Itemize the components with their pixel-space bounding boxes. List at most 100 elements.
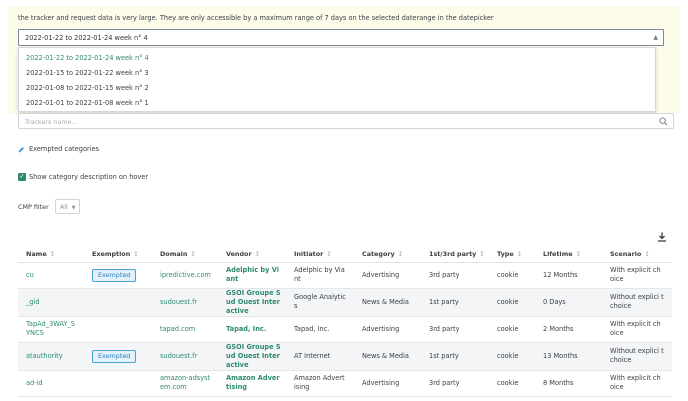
domain-cell[interactable]: sudouest.fr — [152, 342, 218, 371]
initiator-cell: Adelphic by Via nt — [286, 262, 354, 289]
vendor-cell[interactable]: Tapad, Inc. — [218, 316, 286, 343]
vendor-cell[interactable]: GSOI Groupe S ud Ouest Inter active — [218, 288, 286, 317]
exemption-cell: Exempted — [84, 262, 152, 289]
exempted-badge: Exempted — [92, 268, 137, 282]
type-cell: cookie — [489, 288, 535, 317]
domain-cell[interactable]: amazon-adsyst em.com — [152, 370, 218, 397]
trackers-table: Name ↕ Exemption ↕ Domain ↕ Vendor ↕ Initiat… — [18, 246, 672, 397]
lifetime-cell: 2 Months — [535, 316, 602, 343]
column-header[interactable]: Initiator ↕ — [286, 246, 354, 263]
column-header[interactable]: 1st/3rd party ↕ — [421, 246, 489, 263]
date-option[interactable]: 2022-01-22 to 2022-01-24 week n° 4 — [26, 54, 149, 62]
vendor-cell[interactable]: Amazon Adver tising — [218, 370, 286, 397]
sort-icon[interactable]: ↕ — [326, 250, 331, 258]
lifetime-cell: 8 Months — [535, 370, 602, 397]
tracker-name[interactable]: atauthority — [18, 342, 84, 371]
type-cell: cookie — [489, 342, 535, 371]
vendor-cell[interactable]: GSOI Groupe S ud Ouest Inter active — [218, 342, 286, 371]
show-description-label: Show category description on hover — [29, 173, 149, 181]
sort-icon[interactable]: ↕ — [190, 250, 195, 258]
column-header[interactable]: Exemption ↕ — [84, 246, 152, 263]
search-icon[interactable] — [659, 117, 668, 126]
scenario-cell: With explicit ch oice — [602, 316, 672, 343]
table-row[interactable]: atauthority Exempted sudouest.fr GSOI Gr… — [18, 342, 672, 371]
exempted-badge: Exempted — [92, 349, 137, 363]
date-option[interactable]: 2022-01-01 to 2022-01-08 week n° 1 — [26, 99, 149, 107]
cmp-filter-value: All — [60, 204, 68, 211]
table-header-row: Name ↕ Exemption ↕ Domain ↕ Vendor ↕ Initiat… — [18, 246, 672, 263]
category-cell: Advertising — [354, 316, 421, 343]
sort-icon[interactable]: ↕ — [479, 250, 484, 258]
check-icon[interactable]: ✓ — [18, 173, 26, 181]
sort-icon[interactable]: ↕ — [255, 250, 260, 258]
column-header[interactable]: Category ↕ — [354, 246, 421, 263]
column-header[interactable]: Lifetime ↕ — [535, 246, 602, 263]
type-cell: cookie — [489, 262, 535, 289]
search-placeholder: Trackers name... — [25, 118, 78, 126]
sort-icon[interactable]: ↕ — [50, 250, 55, 258]
category-cell: Advertising — [354, 262, 421, 289]
party-cell: 1st party — [421, 342, 489, 371]
column-header[interactable]: Domain ↕ — [152, 246, 218, 263]
tracker-name[interactable]: TapAd_3WAY_S YNCS — [18, 316, 84, 343]
type-cell: cookie — [489, 316, 535, 343]
column-header[interactable]: Type ↕ — [489, 246, 535, 263]
column-header[interactable]: Vendor ↕ — [218, 246, 286, 263]
vendor-cell[interactable]: Adelphic by Vi ant — [218, 262, 286, 289]
category-cell: News & Media — [354, 342, 421, 371]
lifetime-cell: 13 Months — [535, 342, 602, 371]
lifetime-cell: 0 Days — [535, 288, 602, 317]
scenario-cell: With explicit ch oice — [602, 262, 672, 289]
table-row[interactable]: ad-id amazon-adsyst em.com Amazon Adver … — [18, 370, 672, 397]
column-header[interactable]: Scenario ↕ — [602, 246, 672, 263]
initiator-cell: Tapad, Inc. — [286, 316, 354, 343]
party-cell: 3rd party — [421, 262, 489, 289]
chevron-up-icon: ▲ — [653, 34, 658, 41]
chevron-down-icon: ▼ — [71, 205, 76, 211]
date-range-value: 2022-01-22 to 2022-01-24 week n° 4 — [25, 34, 148, 42]
domain-cell[interactable]: tapad.com — [152, 316, 218, 343]
table-row[interactable]: cu Exempted ipredictive.com Adelphic by … — [18, 262, 672, 289]
domain-cell[interactable]: sudouest.fr — [152, 288, 218, 317]
sort-icon[interactable]: ↕ — [576, 250, 581, 258]
scenario-cell: Without explici t choice — [602, 288, 672, 317]
sort-icon[interactable]: ↕ — [644, 250, 649, 258]
exempted-categories-link[interactable]: Exempted categories — [18, 145, 99, 153]
initiator-cell: Google Analytic s — [286, 288, 354, 317]
exemption-cell: Exempted — [84, 342, 152, 371]
type-cell: cookie — [489, 370, 535, 397]
date-option[interactable]: 2022-01-08 to 2022-01-15 week n° 2 — [26, 84, 149, 92]
exempted-categories-label: Exempted categories — [29, 145, 100, 153]
notice-text: the tracker and request data is very lar… — [18, 14, 494, 22]
trackers-search-input[interactable]: Trackers name... — [18, 113, 674, 129]
exemption-cell — [84, 370, 152, 397]
initiator-cell: Amazon Advert ising — [286, 370, 354, 397]
exemption-cell — [84, 316, 152, 343]
party-cell: 3rd party — [421, 370, 489, 397]
scenario-cell: With explicit ch oice — [602, 370, 672, 397]
domain-cell[interactable]: ipredictive.com — [152, 262, 218, 289]
scenario-cell: Without explici t choice — [602, 342, 672, 371]
date-option[interactable]: 2022-01-15 to 2022-01-22 week n° 3 — [26, 69, 149, 77]
cmp-filter-select[interactable]: All ▼ — [55, 199, 80, 214]
party-cell: 1st party — [421, 288, 489, 317]
table-row[interactable]: TapAd_3WAY_S YNCS tapad.com Tapad, Inc. … — [18, 316, 672, 343]
initiator-cell: AT Internet — [286, 342, 354, 371]
download-icon[interactable] — [657, 232, 667, 242]
show-description-toggle[interactable]: ✓ Show category description on hover — [18, 173, 148, 181]
cmp-filter-label: CMP filter — [18, 203, 49, 211]
pencil-icon — [18, 146, 24, 152]
tracker-name[interactable]: cu — [18, 262, 84, 289]
category-cell: Advertising — [354, 370, 421, 397]
table-row[interactable]: _gid sudouest.fr GSOI Groupe S ud Ouest … — [18, 288, 672, 317]
column-header[interactable]: Name ↕ — [18, 246, 84, 263]
sort-icon[interactable]: ↕ — [398, 250, 403, 258]
sort-icon[interactable]: ↕ — [133, 250, 138, 258]
date-range-dropdown: 2022-01-22 to 2022-01-24 week n° 4 2022-… — [18, 47, 656, 112]
sort-icon[interactable]: ↕ — [517, 250, 522, 258]
category-cell: News & Media — [354, 288, 421, 317]
party-cell: 3rd party — [421, 316, 489, 343]
tracker-name[interactable]: _gid — [18, 288, 84, 317]
tracker-name[interactable]: ad-id — [18, 370, 84, 397]
date-range-select[interactable]: 2022-01-22 to 2022-01-24 week n° 4 ▲ — [18, 29, 664, 46]
